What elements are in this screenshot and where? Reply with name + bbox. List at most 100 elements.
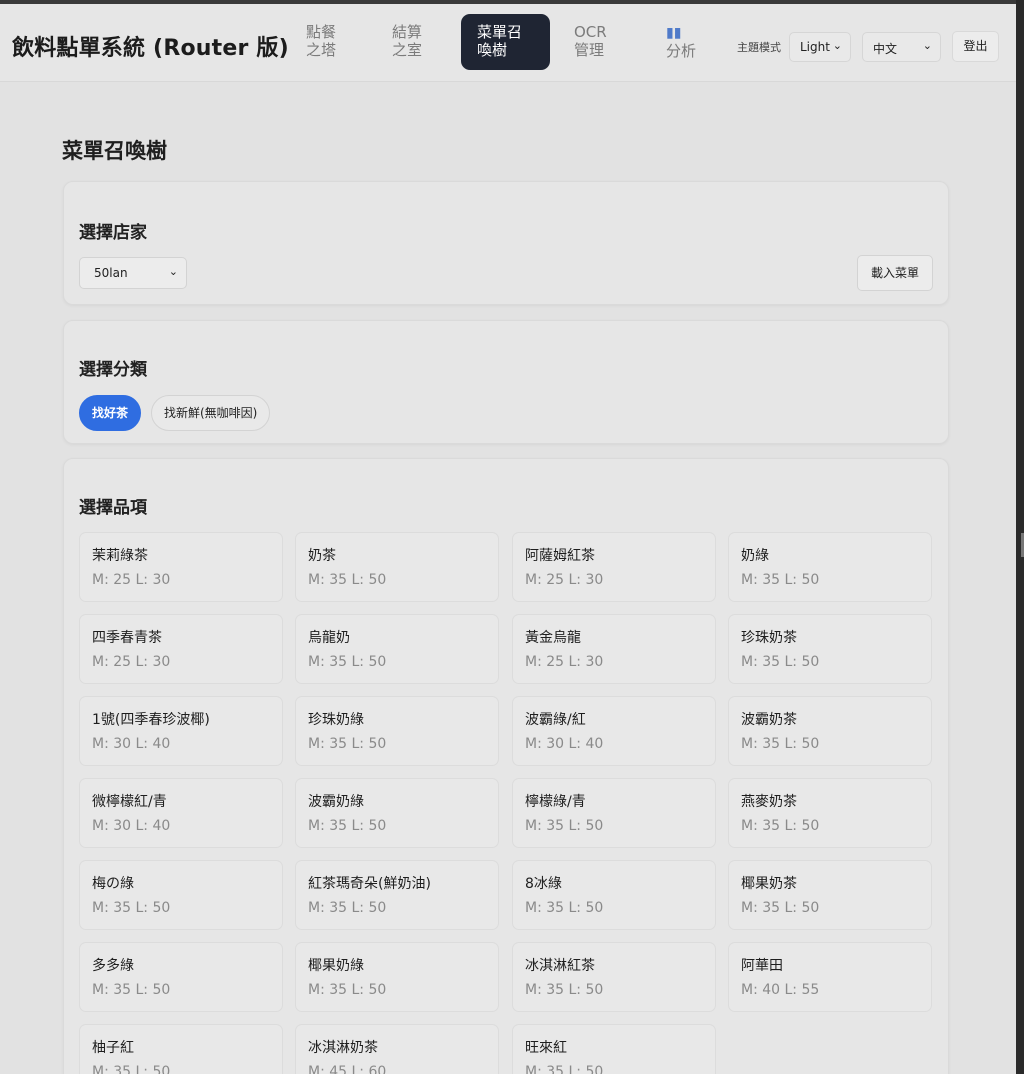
theme-mode-label: 主題模式 — [737, 41, 781, 54]
logout-button[interactable]: 登出 — [952, 31, 999, 62]
menu-item-card[interactable]: 柚子紅 M: 35 L: 50 — [79, 1024, 283, 1074]
menu-item-price: M: 35 L: 50 — [308, 982, 387, 998]
load-menu-button[interactable]: 載入菜單 — [857, 255, 933, 291]
menu-item-price: M: 35 L: 50 — [308, 654, 387, 670]
menu-item-price: M: 35 L: 50 — [741, 818, 820, 834]
menu-item-price: M: 35 L: 50 — [308, 736, 387, 752]
nav-ordering-tower[interactable]: 點餐之塔 — [290, 14, 352, 70]
menu-item-name: 珍珠奶綠 — [308, 712, 364, 728]
menu-item-card[interactable]: 烏龍奶 M: 35 L: 50 — [295, 614, 499, 684]
menu-item-card[interactable]: 茉莉綠茶 M: 25 L: 30 — [79, 532, 283, 602]
nav-label: 菜單召喚樹 — [477, 23, 523, 59]
menu-item-card[interactable]: 紅茶瑪奇朵(鮮奶油) M: 35 L: 50 — [295, 860, 499, 930]
menu-item-name: 8冰綠 — [525, 876, 562, 892]
category-button-fresh[interactable]: 找新鮮(無咖啡因) — [151, 395, 271, 431]
menu-item-card[interactable]: 椰果奶茶 M: 35 L: 50 — [728, 860, 932, 930]
menu-item-card[interactable]: 燕麥奶茶 M: 35 L: 50 — [728, 778, 932, 848]
menu-item-name: 奶綠 — [741, 548, 769, 564]
theme-select[interactable]: Light ⌄ — [789, 32, 851, 62]
menu-item-name: 椰果奶綠 — [308, 958, 364, 974]
nav-label: 分析 — [666, 42, 697, 60]
menu-item-price: M: 35 L: 50 — [525, 818, 604, 834]
menu-item-price: M: 35 L: 50 — [308, 572, 387, 588]
page-title: 菜單召喚樹 — [62, 139, 167, 163]
store-card: 選擇店家 50lan ⌄ 載入菜單 — [63, 181, 949, 305]
nav-analytics[interactable]: ▮▮ 分析 — [650, 14, 712, 70]
menu-item-card[interactable]: 奶綠 M: 35 L: 50 — [728, 532, 932, 602]
menu-item-name: 珍珠奶茶 — [741, 630, 797, 646]
category-button-good-tea[interactable]: 找好茶 — [79, 395, 142, 431]
store-select[interactable]: 50lan ⌄ — [79, 257, 187, 289]
menu-item-price: M: 25 L: 30 — [525, 654, 604, 670]
menu-item-price: M: 25 L: 30 — [92, 654, 171, 670]
menu-item-price: M: 35 L: 50 — [525, 900, 604, 916]
menu-item-name: 波霸綠/紅 — [525, 712, 586, 728]
menu-item-name: 茉莉綠茶 — [92, 548, 148, 564]
nav-label: 結算之室 — [392, 23, 423, 59]
menu-item-card[interactable]: 珍珠奶茶 M: 35 L: 50 — [728, 614, 932, 684]
menu-item-name: 1號(四季春珍波椰) — [92, 712, 210, 728]
menu-item-price: M: 25 L: 30 — [525, 572, 604, 588]
menu-item-card[interactable]: 冰淇淋紅茶 M: 35 L: 50 — [512, 942, 716, 1012]
menu-item-card[interactable]: 四季春青茶 M: 25 L: 30 — [79, 614, 283, 684]
nav-menu-tree[interactable]: 菜單召喚樹 — [461, 14, 550, 70]
store-heading: 選擇店家 — [79, 223, 147, 243]
menu-item-card[interactable]: 阿華田 M: 40 L: 55 — [728, 942, 932, 1012]
menu-item-card[interactable]: 波霸奶綠 M: 35 L: 50 — [295, 778, 499, 848]
menu-item-price: M: 45 L: 60 — [308, 1064, 387, 1074]
language-select-value: 中文 — [873, 42, 898, 56]
menu-item-card[interactable]: 微檸檬紅/青 M: 30 L: 40 — [79, 778, 283, 848]
menu-item-name: 柚子紅 — [92, 1040, 134, 1056]
nav-label: OCR管理 — [574, 23, 607, 59]
menu-item-price: M: 35 L: 50 — [525, 1064, 604, 1074]
menu-item-name: 冰淇淋奶茶 — [308, 1040, 378, 1056]
top-navbar: 飲料點單系統 (Router 版) 點餐之塔 結算之室 菜單召喚樹 OCR管理 … — [0, 4, 1016, 82]
store-select-value: 50lan — [94, 266, 128, 280]
menu-item-card[interactable]: 波霸奶茶 M: 35 L: 50 — [728, 696, 932, 766]
menu-item-name: 椰果奶茶 — [741, 876, 797, 892]
menu-item-card[interactable]: 黃金烏龍 M: 25 L: 30 — [512, 614, 716, 684]
menu-item-price: M: 25 L: 30 — [92, 572, 171, 588]
menu-item-name: 波霸奶茶 — [741, 712, 797, 728]
menu-item-card[interactable]: 多多綠 M: 35 L: 50 — [79, 942, 283, 1012]
menu-item-price: M: 30 L: 40 — [525, 736, 604, 752]
language-select[interactable]: 中文 ⌄ — [862, 32, 941, 62]
menu-item-price: M: 30 L: 40 — [92, 818, 171, 834]
menu-item-name: 波霸奶綠 — [308, 794, 364, 810]
menu-item-card[interactable]: 梅の綠 M: 35 L: 50 — [79, 860, 283, 930]
menu-item-card[interactable]: 冰淇淋奶茶 M: 45 L: 60 — [295, 1024, 499, 1074]
menu-item-price: M: 35 L: 50 — [308, 818, 387, 834]
app-title: 飲料點單系統 (Router 版) — [12, 36, 289, 61]
chevron-down-icon: ⌄ — [168, 265, 178, 278]
menu-item-card[interactable]: 阿薩姆紅茶 M: 25 L: 30 — [512, 532, 716, 602]
menu-item-card[interactable]: 旺來紅 M: 35 L: 50 — [512, 1024, 716, 1074]
menu-item-price: M: 35 L: 50 — [525, 982, 604, 998]
menu-item-card[interactable]: 8冰綠 M: 35 L: 50 — [512, 860, 716, 930]
menu-item-card[interactable]: 珍珠奶綠 M: 35 L: 50 — [295, 696, 499, 766]
nav-ocr-management[interactable]: OCR管理 — [558, 14, 624, 70]
menu-item-name: 燕麥奶茶 — [741, 794, 797, 810]
menu-item-name: 黃金烏龍 — [525, 630, 581, 646]
menu-item-card[interactable]: 椰果奶綠 M: 35 L: 50 — [295, 942, 499, 1012]
bar-chart-icon: ▮▮ — [666, 25, 682, 41]
menu-item-price: M: 35 L: 50 — [308, 900, 387, 916]
theme-select-value: Light — [800, 40, 830, 54]
menu-item-name: 阿華田 — [741, 958, 783, 974]
menu-item-price: M: 40 L: 55 — [741, 982, 820, 998]
items-card: 選擇品項 茉莉綠茶 M: 25 L: 30 奶茶 M: 35 L: 50 阿薩姆紅茶 M:… — [63, 458, 949, 1074]
menu-item-name: 烏龍奶 — [308, 630, 350, 646]
chevron-down-icon: ⌄ — [832, 39, 842, 52]
menu-item-price: M: 30 L: 40 — [92, 736, 171, 752]
nav-label: 點餐之塔 — [306, 23, 337, 59]
menu-item-price: M: 35 L: 50 — [92, 1064, 171, 1074]
menu-item-card[interactable]: 1號(四季春珍波椰) M: 30 L: 40 — [79, 696, 283, 766]
menu-item-card[interactable]: 檸檬綠/青 M: 35 L: 50 — [512, 778, 716, 848]
menu-item-name: 多多綠 — [92, 958, 134, 974]
menu-item-name: 梅の綠 — [92, 876, 134, 892]
menu-item-card[interactable]: 波霸綠/紅 M: 30 L: 40 — [512, 696, 716, 766]
menu-item-price: M: 35 L: 50 — [741, 900, 820, 916]
menu-item-name: 旺來紅 — [525, 1040, 567, 1056]
menu-item-card[interactable]: 奶茶 M: 35 L: 50 — [295, 532, 499, 602]
menu-item-price: M: 35 L: 50 — [741, 572, 820, 588]
nav-checkout-room[interactable]: 結算之室 — [376, 14, 438, 70]
